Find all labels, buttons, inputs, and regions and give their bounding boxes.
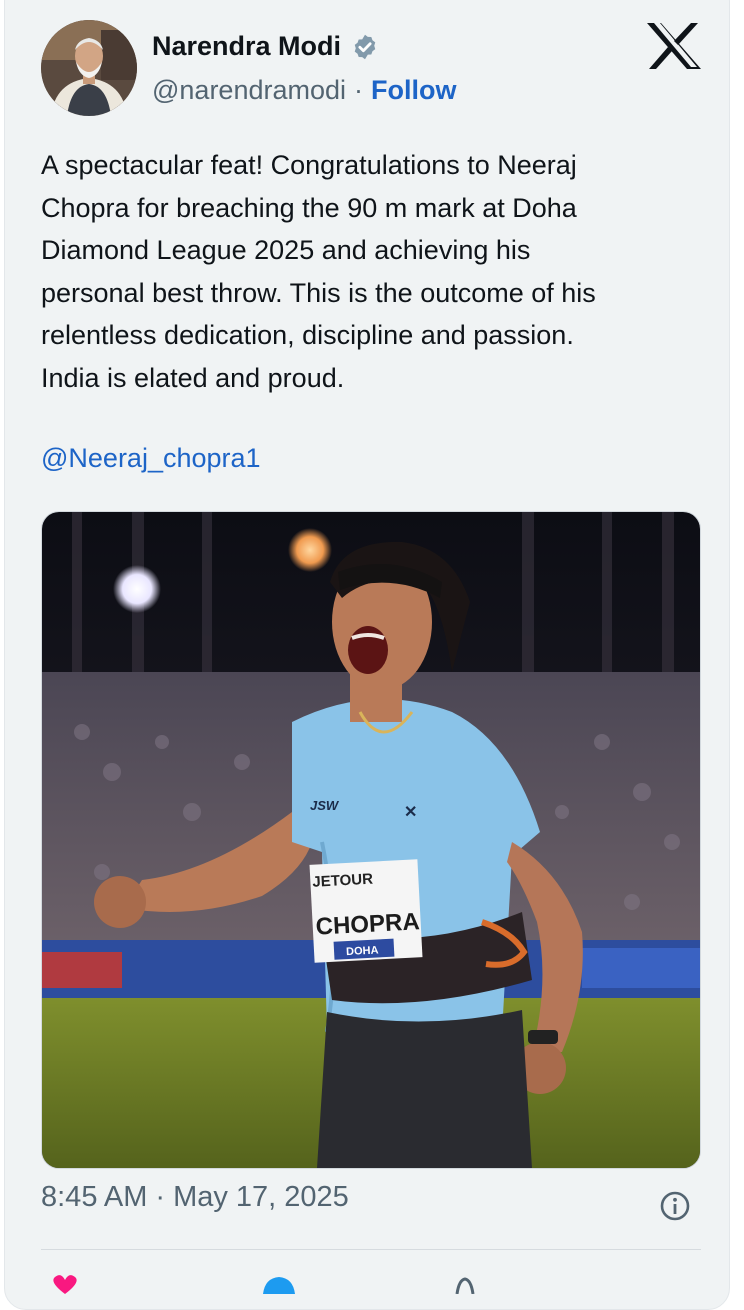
action-bar-divider [41,1249,701,1250]
info-icon[interactable] [659,1190,691,1222]
author-display-name[interactable]: Narendra Modi [152,31,341,62]
shirt-logo: JSW [310,798,340,813]
bib-name: CHOPRA [315,908,420,940]
tweet-time[interactable]: 8:45 AM [41,1181,147,1214]
mention-link[interactable]: @Neeraj_chopra1 [41,443,261,474]
tweet-media-photo[interactable]: JETOUR CHOPRA DOHA JSW ✕ [41,511,701,1169]
avatar-image [41,20,137,116]
x-logo-icon[interactable] [645,21,703,71]
svg-text:✕: ✕ [404,804,417,821]
share-icon[interactable] [451,1274,479,1294]
tweet-date[interactable]: May 17, 2025 [173,1181,349,1214]
heart-icon[interactable] [45,1274,85,1294]
handle-separator: · [354,75,364,105]
bib-event: DOHA [346,944,379,958]
timestamp-separator: · [155,1181,166,1213]
author-handle[interactable]: @narendramodi [152,75,346,106]
tweet-card: Narendra Modi @narendramodi · Follow A s… [4,0,730,1310]
bib-sponsor: JETOUR [312,871,374,891]
reply-icon[interactable] [259,1274,299,1294]
tweet-text: A spectacular feat! Congratulations to N… [41,150,596,393]
author-avatar[interactable] [41,20,137,116]
verified-badge-icon [354,34,376,59]
follow-button[interactable]: Follow [371,75,456,106]
athlete-photo: JETOUR CHOPRA DOHA JSW ✕ [42,512,700,1168]
action-bar [5,1274,729,1294]
